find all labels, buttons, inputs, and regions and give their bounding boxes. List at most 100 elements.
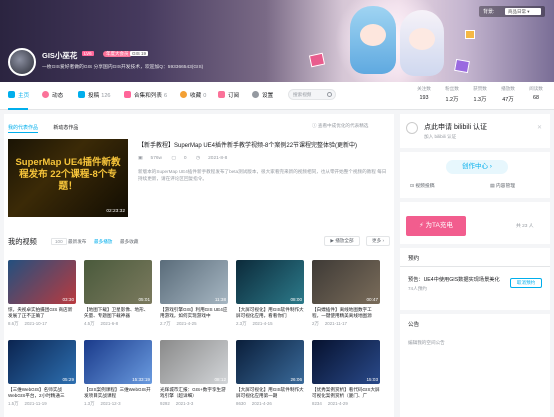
featured-video-description: 新版本的SuperMap UE4插件新手教程发布了beta测试版本，很大家看完来… <box>138 169 387 181</box>
video-title[interactable]: 【GIS案例课程】三维WebGIS开发项目实战课程 <box>84 387 152 399</box>
view-count: 9292 <box>160 401 170 406</box>
publish-date: 2021-8-8 <box>208 156 228 161</box>
video-duration: 08:00 <box>290 297 303 302</box>
tab-new-works[interactable]: 新动态作品 <box>53 125 78 131</box>
play-all-button[interactable]: ▶ 播放全部 <box>324 236 360 246</box>
video-card[interactable]: 15:03 【优秀案例赏析】看代码GIS大屏可视化案例赏析（厦门、广 8234 202… <box>312 340 380 406</box>
video-card[interactable]: 05:29 【三维WebGIS】名师实战WebGIS平台，2小时精通三 1.5万 20… <box>8 340 76 407</box>
stat-reads: 阅读数 68 <box>529 86 543 101</box>
announcement-text[interactable]: 编辑我的空间公告 <box>408 340 445 346</box>
stat-fans[interactable]: 粉丝数 1.2万 <box>440 86 464 103</box>
publish-date: 2021-4-25 <box>176 321 197 326</box>
auth-box[interactable]: 点此申请 bilibili 认证 加入 bilibili 认证 ✕ <box>400 114 550 148</box>
sort-latest[interactable]: 最新发布 <box>68 239 86 245</box>
play-icon: ▣ <box>138 156 143 161</box>
tab-favorites[interactable]: 收藏 0 <box>180 91 206 99</box>
stat-likes: 获赞数 1.3万 <box>473 86 487 103</box>
stat-following[interactable]: 关注数 193 <box>412 86 436 101</box>
video-duration: 15:33:19 <box>132 377 150 382</box>
video-thumbnail[interactable]: 03:30 <box>8 260 76 304</box>
video-card[interactable]: 08:00 【大屏可视化】用GIS软件制作大屏可视化应用，看看你们 2.3万 2021… <box>236 260 304 327</box>
video-thumbnail[interactable]: 05:29 <box>8 340 76 384</box>
cancel-reservation-button[interactable]: 取消预约 <box>510 278 542 288</box>
video-title[interactable]: 【白嫖插件】离线地图数字工程，一键使用精美离线地图源 <box>312 307 380 319</box>
auth-title[interactable]: 点此申请 bilibili 认证 <box>424 122 487 132</box>
background-select[interactable]: 商品日常 ▾ <box>505 8 541 15</box>
close-icon[interactable]: ✕ <box>537 124 542 131</box>
sort-most-favorited[interactable]: 最多收藏 <box>120 239 138 245</box>
video-thumbnail[interactable]: 00:47 <box>312 260 380 304</box>
video-title[interactable]: 惊，央视卓实拍摄团GIS 商店新发展了正不正确了 <box>8 307 76 319</box>
sort-most-played[interactable]: 最多播放 <box>94 239 112 245</box>
comment-icon: ▢ <box>171 156 176 161</box>
dynamic-icon <box>42 91 49 98</box>
video-thumbnail[interactable]: 15:33:19 <box>84 340 152 384</box>
video-title[interactable]: 【大屏可视化】用GIS软件制作大屏可视化应用，看看你们 <box>236 307 304 319</box>
featured-video-thumbnail[interactable]: SuperMap UE4插件新教程发布 22个课程-8个专题！ 02:23:32 <box>8 139 128 217</box>
video-icon <box>78 91 85 98</box>
video-thumbnail[interactable]: 05:01 <box>84 260 152 304</box>
vip-badge[interactable]: 年度大会员 <box>103 51 132 57</box>
video-title[interactable]: 【三维WebGIS】名师实战WebGIS平台，2小时精通三 <box>8 387 76 399</box>
upload-link[interactable]: ⊡ 视频投稿 <box>410 182 435 189</box>
video-title[interactable]: 【游戏引擎GIS】利用GIS UE4应用游戏，如何实现游戏中 <box>160 307 228 319</box>
publish-date: 2021-12-3 <box>100 401 121 406</box>
video-thumbnail[interactable]: 08:00 <box>236 260 304 304</box>
background-selector[interactable]: 背景: 商品日常 ▾ <box>479 6 545 17</box>
tab-dynamic[interactable]: 动态 <box>42 91 63 99</box>
video-card[interactable]: 00:47 【白嫖插件】离线地图数字工程，一键使用精美离线地图源 2万 2021-11… <box>312 260 380 327</box>
tab-subscriptions[interactable]: 订阅 <box>218 91 239 99</box>
view-count: 576w <box>150 156 163 161</box>
tab-collections[interactable]: 合集和列表 6 <box>124 91 167 99</box>
video-thumbnail[interactable]: 08:12 <box>160 340 228 384</box>
video-card[interactable]: 26:06 【大屏可视化】用GIS软件制作大屏可视化应用第一期 8630 2021-4… <box>236 340 304 406</box>
video-card[interactable]: 08:12 光辉城市汇报：GIS+数字孪生游戏引擎（超详细） 9292 2021-3-… <box>160 340 228 406</box>
video-title[interactable]: 【大屏可视化】用GIS软件制作大屏可视化应用第一期 <box>236 387 304 399</box>
video-meta: 9292 2021-3-3 <box>160 401 228 406</box>
announcement-title: 公告 <box>408 322 420 328</box>
video-title[interactable]: 【优秀案例赏析】看代码GIS大屏可视化案例赏析（厦门、广 <box>312 387 380 399</box>
search-input[interactable]: 搜索视频 <box>288 89 336 100</box>
tab-settings[interactable]: 设置 <box>252 91 273 99</box>
reservation-title: 预约 <box>408 256 420 262</box>
star-icon <box>180 91 187 98</box>
video-duration: 05:01 <box>138 297 151 302</box>
video-card[interactable]: 05:01 【地图下载】卫星影像、地形、矢量、专题图下载神器 4.5万 2021-6-… <box>84 260 152 327</box>
reservation-text[interactable]: 预告：UE4中使用GIS数据实现场景美化 <box>408 276 500 283</box>
tab-count: 126 <box>101 93 111 99</box>
video-title[interactable]: 光辉城市汇报：GIS+数字孪生游戏引擎（超详细） <box>160 387 228 399</box>
video-meta: 2万 2021-11-17 <box>312 321 380 327</box>
more-button[interactable]: 更多 › <box>366 236 390 246</box>
signature[interactable]: 一枚GIS爱好者做的GIS 分享国内GIS开发技术，欢迎加Q：593366543… <box>42 63 203 70</box>
video-card[interactable]: 15:33:19 【GIS案例课程】三维WebGIS开发项目实战课程 1.3万 202… <box>84 340 152 407</box>
announcement-box: 公告 编辑我的空间公告 <box>400 314 550 417</box>
search-icon[interactable] <box>327 92 332 97</box>
clock-icon: ◷ <box>195 156 201 161</box>
video-thumbnail[interactable]: 26:06 <box>236 340 304 384</box>
view-count: 8630 <box>236 401 246 406</box>
charge-button[interactable]: ⚡ 为TA充电 <box>406 216 466 236</box>
publish-date: 2021-4-26 <box>251 401 272 406</box>
tab-home[interactable]: 主页 <box>8 91 29 99</box>
video-meta: 2.7万 2021-4-25 <box>160 321 228 327</box>
video-duration: 05:29 <box>62 377 75 382</box>
tab-label: 合集和列表 <box>134 93 162 99</box>
manage-link[interactable]: ▤ 内容管理 <box>490 182 515 189</box>
video-count: 100 <box>51 238 67 245</box>
avatar[interactable] <box>8 48 36 76</box>
tab-uploads[interactable]: 投稿 126 <box>78 91 111 99</box>
search-placeholder: 搜索视频 <box>293 92 312 97</box>
fans-badge[interactable]: GIS 19 <box>130 51 149 56</box>
comment-count: 0 <box>183 156 187 161</box>
video-title[interactable]: 【地图下载】卫星影像、地形、矢量、专题图下载神器 <box>84 307 152 319</box>
tab-masterpiece[interactable]: 我的代表作品 <box>8 125 39 133</box>
video-card[interactable]: 03:30 惊，央视卓实拍摄团GIS 商店新发展了正不正确了 8.6万 2021-10… <box>8 260 76 327</box>
video-duration: 08:12 <box>214 377 227 382</box>
video-card[interactable]: 11:38 【游戏引擎GIS】利用GIS UE4应用游戏，如何实现游戏中 2.7万 2… <box>160 260 228 327</box>
featured-tip[interactable]: ⓘ 查看中成优化的代表精选 <box>312 123 368 129</box>
featured-video-title[interactable]: 【新手教程】SuperMap UE4插件新手教学视频-8个案例22节课程完整体验… <box>138 142 378 150</box>
video-thumbnail[interactable]: 11:38 <box>160 260 228 304</box>
video-thumbnail[interactable]: 15:03 <box>312 340 380 384</box>
creator-center-button[interactable]: 创作中心 › <box>446 160 508 174</box>
video-meta: 1.3万 2021-12-3 <box>84 401 152 407</box>
